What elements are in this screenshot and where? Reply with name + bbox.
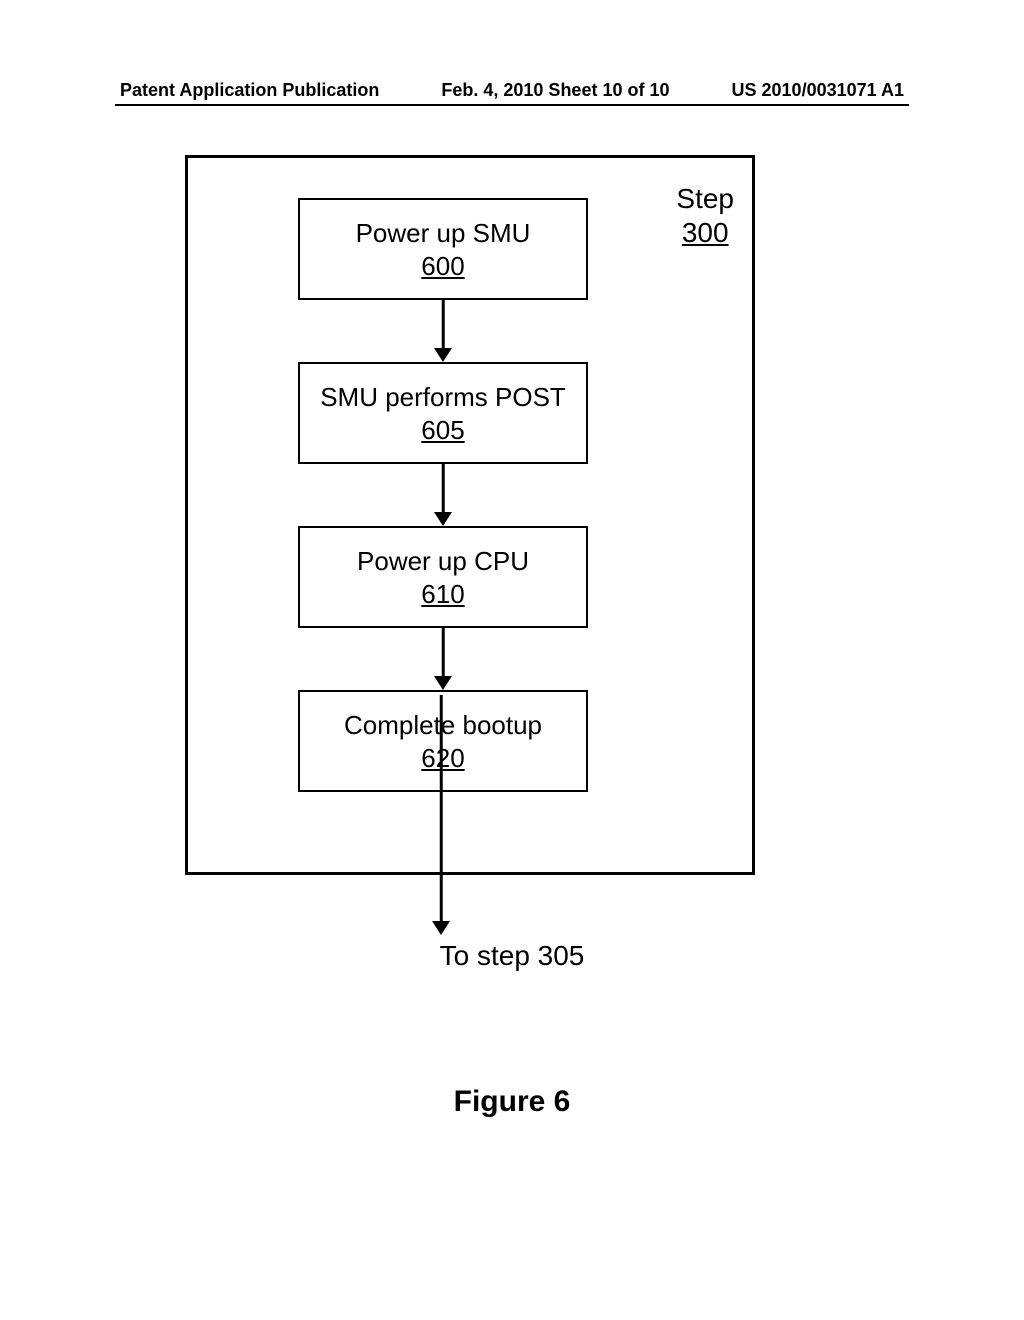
block-610-title: Power up CPU: [308, 546, 578, 577]
header-rule: [115, 104, 909, 106]
step-300-container: Step 300 Power up SMU 600 SMU performs P…: [185, 155, 755, 875]
block-605-title: SMU performs POST: [308, 382, 578, 413]
header-center: Feb. 4, 2010 Sheet 10 of 10: [441, 80, 669, 101]
block-600-num: 600: [308, 251, 578, 282]
exit-label: To step 305: [0, 940, 1024, 972]
page-header: Patent Application Publication Feb. 4, 2…: [120, 80, 904, 101]
arrow-605-610: [298, 464, 588, 526]
header-right: US 2010/0031071 A1: [732, 80, 904, 101]
block-610-num: 610: [308, 579, 578, 610]
step-number: 300: [676, 217, 734, 249]
step-300-label: Step 300: [676, 183, 734, 249]
flowchart: Power up SMU 600 SMU performs POST 605 P…: [298, 198, 588, 792]
page: Patent Application Publication Feb. 4, 2…: [0, 0, 1024, 1320]
arrow-head-icon: [434, 676, 452, 690]
block-620-num: 620: [308, 743, 578, 774]
header-left: Patent Application Publication: [120, 80, 379, 101]
exit-arrow-line: [440, 695, 443, 923]
block-605-num: 605: [308, 415, 578, 446]
block-600-title: Power up SMU: [308, 218, 578, 249]
block-600: Power up SMU 600: [298, 198, 588, 300]
arrow-600-605: [298, 300, 588, 362]
arrow-head-icon: [434, 512, 452, 526]
figure-label: Figure 6: [0, 1085, 1024, 1119]
arrow-head-icon: [434, 348, 452, 362]
arrow-line: [442, 464, 445, 514]
block-605: SMU performs POST 605: [298, 362, 588, 464]
block-620: Complete bootup 620: [298, 690, 588, 792]
arrow-line: [442, 628, 445, 678]
step-word: Step: [676, 183, 734, 215]
arrow-610-620: [298, 628, 588, 690]
arrow-line: [442, 300, 445, 350]
block-620-title: Complete bootup: [308, 710, 578, 741]
block-610: Power up CPU 610: [298, 526, 588, 628]
arrow-head-icon: [432, 921, 450, 935]
